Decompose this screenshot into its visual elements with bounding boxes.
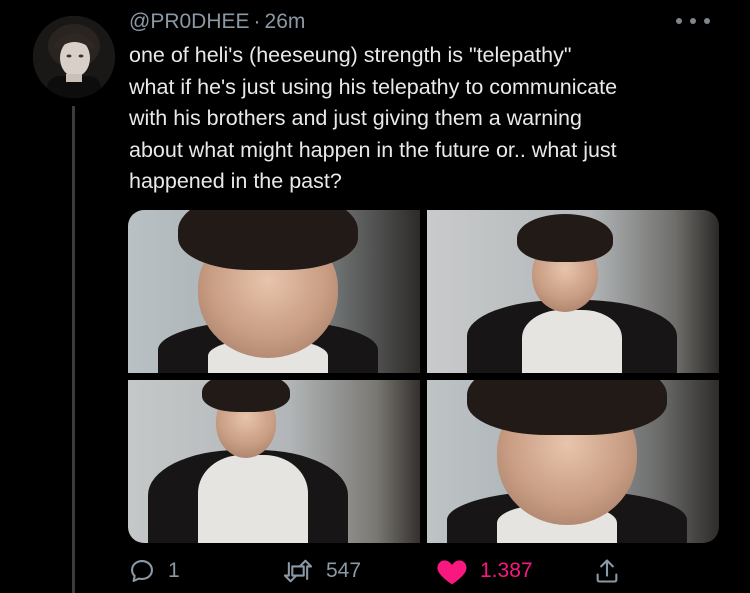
header-separator: · (253, 10, 261, 33)
reply-button[interactable]: 1 (128, 553, 180, 589)
reply-bubble-icon (131, 560, 153, 582)
more-options-dot (690, 18, 696, 24)
media-photo-1[interactable] (128, 210, 420, 373)
more-options-dot (704, 18, 710, 24)
retweet-icon (283, 559, 313, 583)
share-button[interactable] (593, 553, 621, 589)
avatar-photo (33, 16, 115, 98)
timestamp[interactable]: 26m (265, 10, 306, 34)
media-photo-3[interactable] (128, 380, 420, 543)
more-options-icon (676, 18, 682, 24)
heart-icon (437, 560, 467, 585)
user-handle[interactable]: @PR0DHEE (129, 10, 250, 34)
like-count: 1.387 (480, 559, 533, 582)
reply-count: 1 (168, 559, 180, 582)
like-button[interactable]: 1.387 (436, 553, 533, 589)
media-grid (128, 210, 719, 543)
media-photo-2[interactable] (427, 210, 719, 373)
thread-line (72, 106, 75, 593)
tweet-text: one of heli's (heeseung) strength is "te… (129, 43, 618, 193)
retweet-button[interactable]: 547 (282, 553, 361, 589)
user-avatar[interactable] (33, 16, 115, 98)
media-photo-4[interactable] (427, 380, 719, 543)
share-icon (596, 559, 618, 583)
tweet-header: @PR0DHEE · 26m (129, 8, 305, 36)
more-options-button[interactable] (676, 8, 710, 34)
action-bar: 1 547 1.387 (128, 553, 728, 589)
retweet-count: 547 (326, 559, 362, 582)
